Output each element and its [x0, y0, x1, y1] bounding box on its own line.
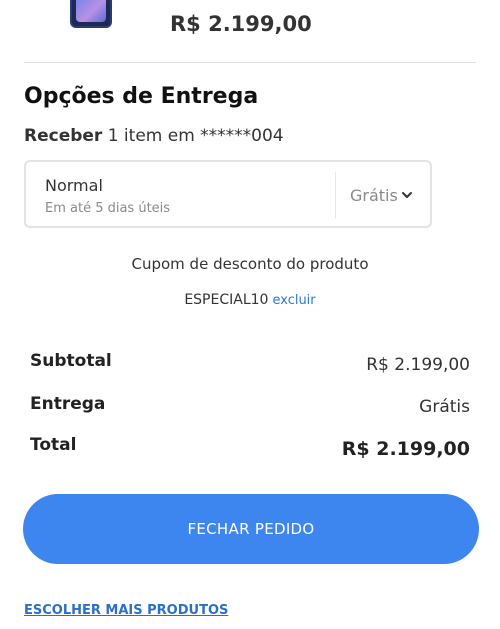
product-price: R$ 2.199,00: [170, 12, 312, 36]
total-label: Total: [30, 435, 77, 455]
shipping-label: Entrega: [30, 394, 106, 414]
shipping-eta: Em até 5 dias úteis: [45, 201, 171, 216]
coupon-code: ESPECIAL10: [184, 292, 269, 308]
product-thumbnail: [70, 0, 112, 28]
subtotal-value: R$ 2.199,00: [366, 355, 470, 375]
subtotal-label: Subtotal: [30, 351, 112, 371]
receive-prefix: Receber: [24, 126, 103, 146]
choose-more-products-link[interactable]: ESCOLHER MAIS PRODUTOS: [24, 603, 228, 618]
total-value: R$ 2.199,00: [341, 438, 470, 460]
remove-coupon-link[interactable]: excluir: [272, 293, 315, 308]
chevron-down-icon[interactable]: [401, 189, 413, 201]
coupon-row: ESPECIAL10 excluir: [0, 292, 500, 308]
checkout-button[interactable]: FECHAR PEDIDO: [23, 494, 479, 564]
divider: [24, 62, 476, 63]
shipping-value: Grátis: [419, 397, 470, 417]
receive-details: 1 item em ******004: [102, 126, 284, 146]
divider: [335, 172, 336, 218]
shipping-method: Normal: [45, 176, 103, 195]
shipping-option-select[interactable]: Normal Em até 5 dias úteis Grátis: [24, 160, 432, 228]
product-summary: R$ 2.199,00: [0, 0, 500, 62]
delivery-options-title: Opções de Entrega: [24, 84, 259, 109]
receive-info: Receber 1 item em ******004: [24, 126, 284, 146]
coupon-title: Cupom de desconto do produto: [131, 255, 369, 273]
shipping-cost: Grátis: [350, 186, 398, 205]
